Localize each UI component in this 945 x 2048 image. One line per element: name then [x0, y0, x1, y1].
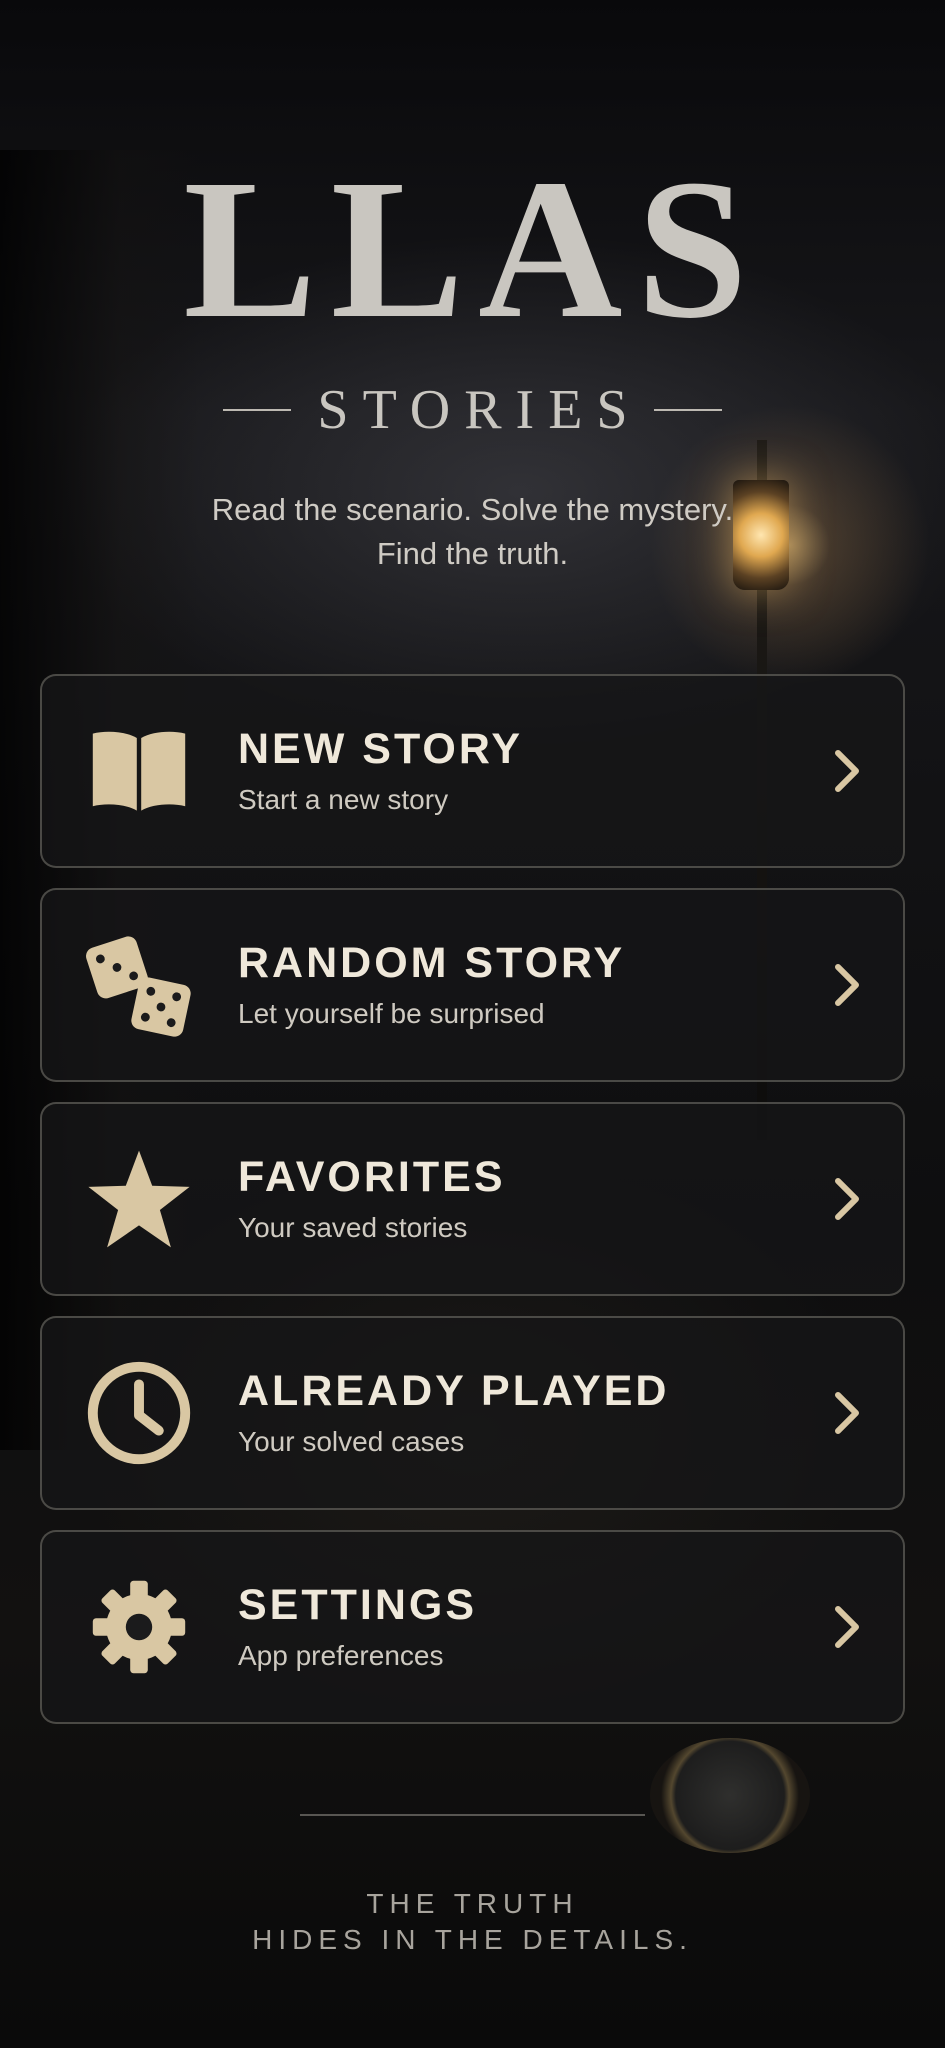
favorites-label: FAVORITES — [238, 1153, 506, 1201]
random-story-button[interactable]: RANDOM STORY Let yourself be surprised — [40, 888, 905, 1082]
new-story-description: Start a new story — [238, 784, 449, 815]
already-played-button[interactable]: ALREADY PLAYED Your solved cases — [40, 1316, 905, 1510]
settings-button[interactable]: SETTINGS App preferences — [40, 1530, 905, 1724]
already-played-description: Your solved cases — [238, 1426, 465, 1457]
random-story-label: RANDOM STORY — [238, 939, 626, 987]
star-icon — [84, 1144, 194, 1254]
main-menu: NEW STORY Start a new story RANDOM STORY… — [40, 674, 905, 1724]
footer-quote: THE TRUTH HIDES IN THE DETAILS. — [0, 1886, 945, 1958]
chevron-right-icon — [827, 1383, 867, 1443]
settings-description: App preferences — [238, 1640, 444, 1671]
app-subtitle: STORIES — [317, 379, 642, 441]
favorites-button[interactable]: FAVORITES Your saved stories — [40, 1102, 905, 1296]
random-story-description: Let yourself be surprised — [238, 998, 545, 1029]
favorites-description: Your saved stories — [238, 1212, 468, 1243]
tagline-line-1: Read the scenario. Solve the mystery. — [211, 492, 734, 527]
tagline: Read the scenario. Solve the mystery. Fi… — [0, 488, 945, 576]
subtitle-left-rule — [223, 409, 292, 411]
new-story-label: NEW STORY — [238, 725, 524, 773]
app-subtitle-row: STORIES — [0, 378, 945, 442]
settings-label: SETTINGS — [238, 1581, 478, 1629]
chevron-right-icon — [827, 1169, 867, 1229]
footer-line-1: THE TRUTH — [366, 1888, 579, 1919]
chevron-right-icon — [827, 1597, 867, 1657]
footer-line-2: HIDES IN THE DETAILS. — [252, 1924, 693, 1955]
clock-icon — [84, 1358, 194, 1468]
app-title: LLAS — [183, 139, 762, 360]
chevron-right-icon — [827, 741, 867, 801]
new-story-button[interactable]: NEW STORY Start a new story — [40, 674, 905, 868]
footer-divider — [300, 1814, 645, 1816]
tagline-line-2: Find the truth. — [376, 536, 569, 571]
dice-icon — [84, 930, 194, 1040]
gear-icon — [84, 1572, 194, 1682]
already-played-label: ALREADY PLAYED — [238, 1367, 670, 1415]
open-book-icon — [84, 716, 194, 826]
chevron-right-icon — [827, 955, 867, 1015]
subtitle-right-rule — [653, 409, 722, 411]
pocket-watch-image — [650, 1738, 810, 1853]
